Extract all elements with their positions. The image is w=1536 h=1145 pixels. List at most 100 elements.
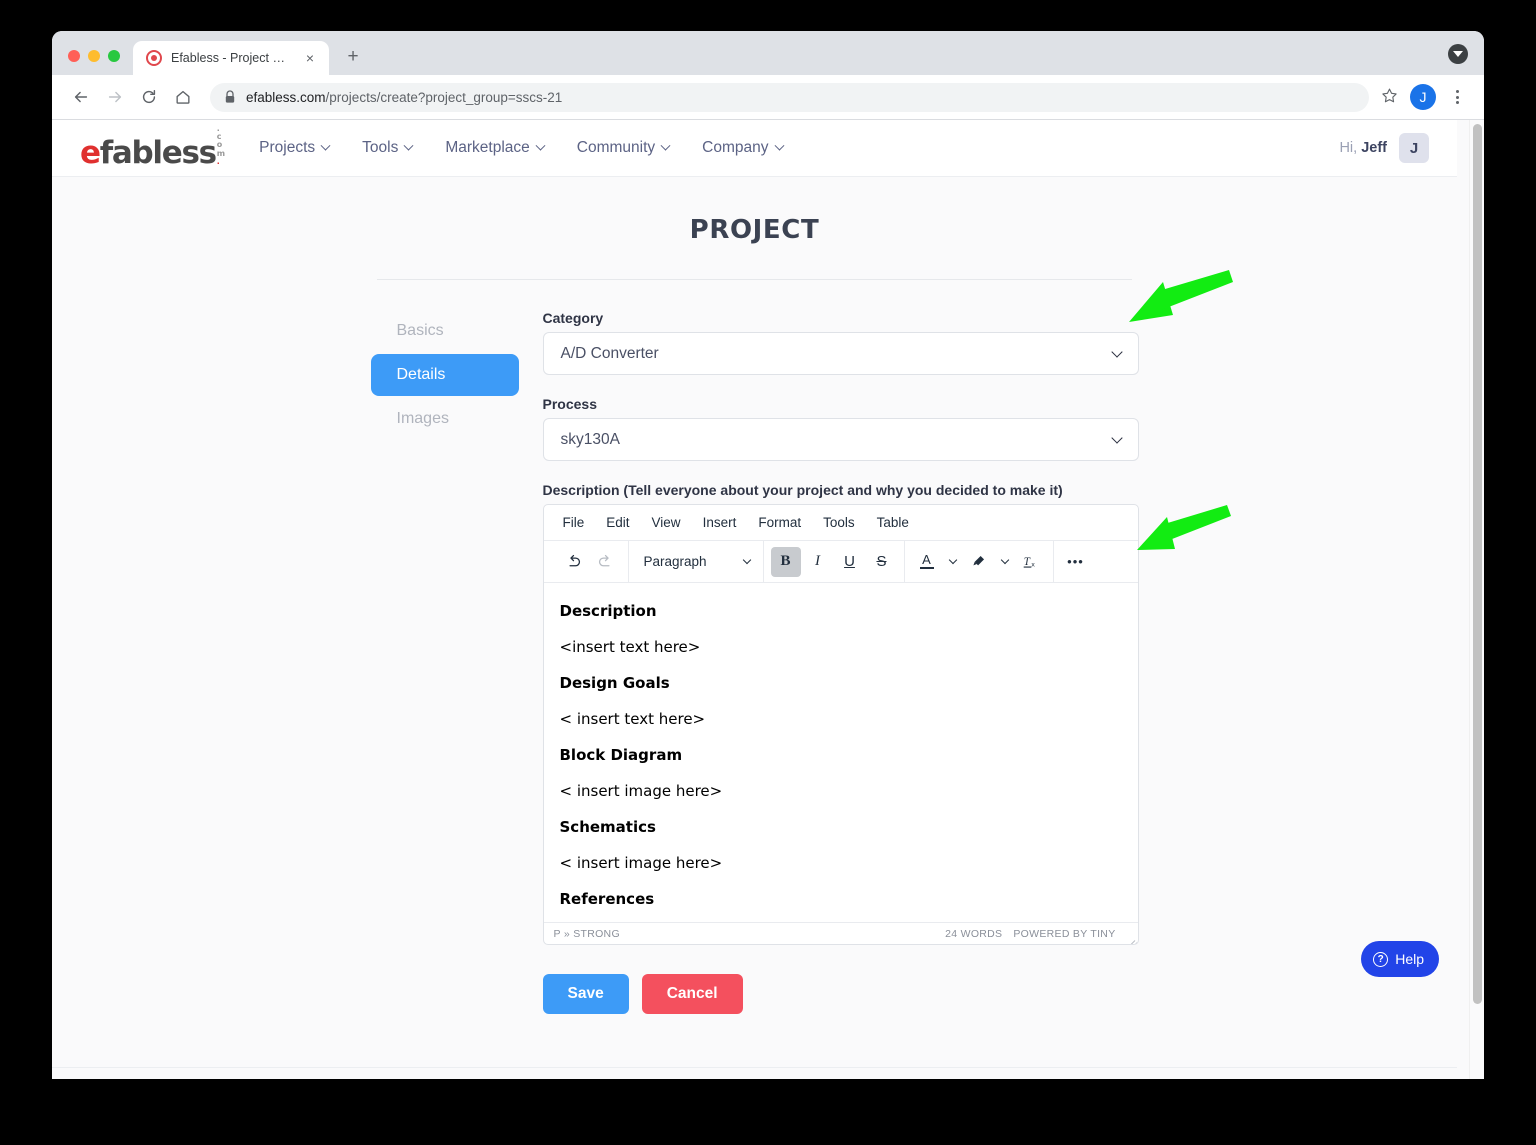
content-heading: References xyxy=(559,890,655,908)
chevron-down-icon xyxy=(535,140,546,151)
nav-item-tools[interactable]: Tools xyxy=(362,139,414,157)
bold-button[interactable]: B xyxy=(770,546,801,577)
window-traffic-lights xyxy=(52,50,133,75)
nav-label: Company xyxy=(702,139,769,156)
page-content: e fabless. c o m. Projects Tools Marketplace… xyxy=(52,120,1457,1079)
menu-format[interactable]: Format xyxy=(758,515,801,530)
nav-item-marketplace[interactable]: Marketplace xyxy=(445,139,546,157)
menu-insert[interactable]: Insert xyxy=(703,515,737,530)
close-window-button[interactable] xyxy=(68,50,80,62)
menu-view[interactable]: View xyxy=(652,515,681,530)
strikethrough-glyph: S xyxy=(876,553,887,570)
highlight-chevron-down-icon[interactable] xyxy=(996,547,1014,577)
footer-spacer xyxy=(52,1067,1457,1079)
text-color-swatch xyxy=(919,566,934,570)
nav-label: Tools xyxy=(362,139,399,156)
forward-icon[interactable] xyxy=(100,82,130,112)
underline-glyph: U xyxy=(844,553,855,570)
nav-label: Marketplace xyxy=(445,139,530,156)
avatar[interactable]: J xyxy=(1399,133,1429,163)
browser-tab[interactable]: Efabless - Project Form × xyxy=(133,41,329,75)
redo-icon[interactable] xyxy=(591,547,621,577)
content-heading: Design Goals xyxy=(559,674,670,692)
text-color-button[interactable]: A xyxy=(912,547,942,577)
address-bar[interactable]: efabless.com/projects/create?project_gro… xyxy=(210,82,1369,112)
chevron-down-icon xyxy=(660,140,671,151)
paragraph-format-select[interactable]: Paragraph xyxy=(636,554,756,569)
more-glyph: ••• xyxy=(1067,554,1084,569)
more-toolbar-options-icon[interactable]: ••• xyxy=(1061,547,1091,577)
main-content: PROJECT Basics Details Images Category A… xyxy=(52,177,1457,1014)
process-select[interactable]: sky130A xyxy=(542,418,1139,461)
italic-glyph: I xyxy=(815,553,820,569)
minimize-window-button[interactable] xyxy=(88,50,100,62)
reload-icon[interactable] xyxy=(134,82,164,112)
url-path: /projects/create?project_group=sscs-21 xyxy=(325,89,563,105)
tiny-branding[interactable]: POWERED BY TINY xyxy=(1013,928,1115,940)
nav-item-company[interactable]: Company xyxy=(702,139,784,157)
editor-menubar: File Edit View Insert Format Tools Table xyxy=(543,505,1138,541)
page-scrollbar[interactable] xyxy=(1469,120,1484,1079)
sidebar-item-images[interactable]: Images xyxy=(371,398,519,440)
efabless-favicon-icon xyxy=(146,50,162,66)
process-value: sky130A xyxy=(560,430,620,448)
clear-formatting-button[interactable]: Tx xyxy=(1016,547,1046,577)
tab-search-icon[interactable] xyxy=(1448,44,1468,64)
save-button[interactable]: Save xyxy=(542,974,629,1014)
bookmark-star-icon[interactable] xyxy=(1381,87,1398,108)
greeting-name: Jeff xyxy=(1361,140,1387,156)
cancel-button[interactable]: Cancel xyxy=(641,974,743,1014)
logo-rest: fabless xyxy=(99,135,217,172)
text-color-chevron-down-icon[interactable] xyxy=(944,547,962,577)
undo-icon[interactable] xyxy=(559,547,589,577)
project-form: Basics Details Images Category A/D Conve… xyxy=(52,280,1457,1014)
browser-menu-icon[interactable] xyxy=(1444,84,1470,110)
nav-item-community[interactable]: Community xyxy=(577,139,671,157)
menu-tools[interactable]: Tools xyxy=(823,515,855,530)
editor-content-area[interactable]: Description <insert text here> Design Go… xyxy=(544,583,1138,922)
content-paragraph: < insert image here> xyxy=(559,782,723,800)
close-tab-icon[interactable]: × xyxy=(301,49,319,67)
browser-tabstrip: Efabless - Project Form × + xyxy=(52,31,1484,75)
menu-edit[interactable]: Edit xyxy=(606,515,629,530)
format-value: Paragraph xyxy=(643,554,707,569)
menu-table[interactable]: Table xyxy=(877,515,909,530)
home-icon[interactable] xyxy=(168,82,198,112)
category-select[interactable]: A/D Converter xyxy=(542,332,1139,375)
sidebar-item-basics[interactable]: Basics xyxy=(371,310,519,352)
underline-button[interactable]: U xyxy=(835,547,865,577)
browser-profile-avatar[interactable]: J xyxy=(1410,84,1436,110)
greeting-prefix: Hi, xyxy=(1339,140,1358,156)
browser-window: Efabless - Project Form × + efabless.com… xyxy=(52,31,1484,1079)
help-label: Help xyxy=(1395,951,1424,967)
browser-toolbar: efabless.com/projects/create?project_gro… xyxy=(52,75,1484,120)
editor-resize-handle[interactable] xyxy=(1126,932,1137,944)
efabless-logo[interactable]: e fabless. c o m. xyxy=(80,124,225,172)
sidebar-item-details[interactable]: Details xyxy=(370,354,519,396)
page-viewport: e fabless. c o m. Projects Tools Marketplace… xyxy=(52,120,1484,1079)
form-actions: Save Cancel xyxy=(542,974,1139,1014)
nav-item-projects[interactable]: Projects xyxy=(259,139,331,157)
help-button[interactable]: ? Help xyxy=(1361,941,1439,977)
nav-label: Projects xyxy=(259,139,316,156)
main-navigation: Projects Tools Marketplace Community Com… xyxy=(259,139,784,157)
editor-statusbar: P » STRONG 24 WORDS POWERED BY TINY xyxy=(543,922,1138,944)
logo-e: e xyxy=(80,135,101,172)
italic-button[interactable]: I xyxy=(803,547,833,577)
menu-file[interactable]: File xyxy=(563,515,585,530)
new-tab-button[interactable]: + xyxy=(339,43,367,71)
bold-glyph: B xyxy=(780,553,791,569)
highlight-color-button[interactable] xyxy=(964,547,994,577)
form-fields: Category A/D Converter Process sky130A D… xyxy=(542,310,1139,1014)
site-header: e fabless. c o m. Projects Tools Marketplace… xyxy=(52,120,1457,177)
url-text: efabless.com/projects/create?project_gro… xyxy=(246,90,562,105)
content-paragraph: < insert text here> xyxy=(559,710,706,728)
description-rich-text-editor: File Edit View Insert Format Tools Table xyxy=(542,504,1139,945)
back-icon[interactable] xyxy=(66,82,96,112)
maximize-window-button[interactable] xyxy=(108,50,120,62)
content-heading: Description xyxy=(559,602,657,620)
tab-title: Efabless - Project Form xyxy=(171,51,292,65)
content-heading: Schematics xyxy=(559,818,656,836)
strikethrough-button[interactable]: S xyxy=(867,547,897,577)
scrollbar-thumb[interactable] xyxy=(1473,124,1482,1004)
